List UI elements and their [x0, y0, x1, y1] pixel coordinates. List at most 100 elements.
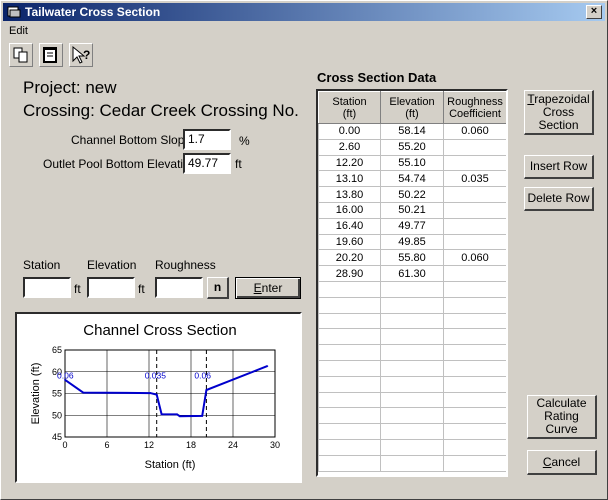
- table-row[interactable]: 2.60 55.20: [318, 138, 506, 156]
- cell-empty[interactable]: [318, 423, 381, 440]
- cell-empty[interactable]: [318, 296, 381, 314]
- cell-elevation[interactable]: 49.85: [380, 233, 444, 251]
- cell-roughness[interactable]: 0.035: [443, 170, 506, 188]
- cell-empty[interactable]: [380, 375, 444, 393]
- table-row-empty[interactable]: [318, 359, 506, 377]
- table-row-empty[interactable]: [318, 423, 506, 440]
- cell-station[interactable]: 19.60: [318, 233, 381, 251]
- cell-roughness[interactable]: 0.060: [443, 249, 506, 267]
- table-row[interactable]: 16.40 49.77: [318, 217, 506, 235]
- cell-empty[interactable]: [443, 391, 506, 409]
- roughness-input[interactable]: [155, 277, 203, 298]
- table-row-empty[interactable]: [318, 312, 506, 330]
- delete-row-button[interactable]: Delete Row: [524, 187, 594, 211]
- cell-empty[interactable]: [380, 423, 444, 440]
- paste-button[interactable]: [39, 43, 63, 67]
- table-row-empty[interactable]: [318, 344, 506, 361]
- cell-empty[interactable]: [380, 407, 444, 425]
- table-row[interactable]: 20.20 55.80 0.060: [318, 249, 506, 267]
- cell-roughness[interactable]: [443, 233, 506, 251]
- cell-empty[interactable]: [318, 280, 381, 298]
- cell-empty[interactable]: [380, 312, 444, 330]
- cell-empty[interactable]: [443, 407, 506, 425]
- cell-empty[interactable]: [318, 407, 381, 425]
- cell-empty[interactable]: [318, 344, 381, 361]
- cell-elevation[interactable]: 49.77: [380, 217, 444, 235]
- table-row-empty[interactable]: [318, 328, 506, 346]
- table-row-empty[interactable]: [318, 375, 506, 393]
- cell-elevation[interactable]: 55.80: [380, 249, 444, 267]
- cell-empty[interactable]: [318, 312, 381, 330]
- cross-section-grid[interactable]: Station (ft) Elevation (ft) Roughness Co…: [316, 89, 508, 477]
- cell-empty[interactable]: [318, 328, 381, 346]
- table-row-empty[interactable]: [318, 407, 506, 425]
- cancel-button[interactable]: Cancel: [527, 450, 597, 475]
- cell-elevation[interactable]: 55.10: [380, 154, 444, 172]
- cell-empty[interactable]: [318, 359, 381, 377]
- table-row-empty[interactable]: [318, 438, 506, 456]
- cell-empty[interactable]: [318, 438, 381, 456]
- pool-elevation-input[interactable]: 49.77: [183, 153, 231, 174]
- cell-empty[interactable]: [380, 296, 444, 314]
- cell-roughness[interactable]: [443, 217, 506, 235]
- trapezoidal-cross-section-button[interactable]: Trapezoidal Cross Section: [524, 90, 594, 135]
- close-button[interactable]: ×: [586, 5, 602, 19]
- table-row[interactable]: 16.00 50.21: [318, 201, 506, 219]
- cell-elevation[interactable]: 50.22: [380, 186, 444, 203]
- table-row-empty[interactable]: [318, 391, 506, 409]
- cell-empty[interactable]: [380, 454, 444, 472]
- cell-roughness[interactable]: [443, 138, 506, 156]
- station-input[interactable]: [23, 277, 71, 298]
- insert-row-button[interactable]: Insert Row: [524, 155, 594, 179]
- roughness-n-button[interactable]: n: [207, 277, 229, 299]
- cell-empty[interactable]: [318, 454, 381, 472]
- cell-empty[interactable]: [443, 280, 506, 298]
- cell-roughness[interactable]: [443, 186, 506, 203]
- cell-empty[interactable]: [443, 296, 506, 314]
- cell-empty[interactable]: [318, 375, 381, 393]
- cell-station[interactable]: 12.20: [318, 154, 381, 172]
- cell-empty[interactable]: [380, 280, 444, 298]
- cell-empty[interactable]: [443, 375, 506, 393]
- table-row-empty[interactable]: [318, 454, 506, 472]
- cell-station[interactable]: 13.80: [318, 186, 381, 203]
- slope-input[interactable]: 1.7: [183, 129, 231, 150]
- cell-empty[interactable]: [380, 438, 444, 456]
- cell-roughness[interactable]: 0.060: [443, 123, 506, 140]
- cell-elevation[interactable]: 50.21: [380, 201, 444, 219]
- cell-empty[interactable]: [443, 438, 506, 456]
- calculate-rating-curve-button[interactable]: Calculate Rating Curve: [527, 395, 597, 439]
- cell-empty[interactable]: [380, 344, 444, 361]
- table-row[interactable]: 0.00 58.14 0.060: [318, 123, 506, 140]
- copy-button[interactable]: [9, 43, 33, 67]
- enter-button[interactable]: Enter: [235, 277, 301, 299]
- cell-elevation[interactable]: 61.30: [380, 265, 444, 282]
- table-row[interactable]: 12.20 55.10: [318, 154, 506, 172]
- table-row[interactable]: 13.10 54.74 0.035: [318, 170, 506, 188]
- cell-empty[interactable]: [380, 328, 444, 346]
- cell-station[interactable]: 16.00: [318, 201, 381, 219]
- cell-empty[interactable]: [443, 312, 506, 330]
- cell-roughness[interactable]: [443, 265, 506, 282]
- cell-elevation[interactable]: 58.14: [380, 123, 444, 140]
- cell-elevation[interactable]: 55.20: [380, 138, 444, 156]
- cell-station[interactable]: 16.40: [318, 217, 381, 235]
- cell-empty[interactable]: [318, 391, 381, 409]
- cell-station[interactable]: 13.10: [318, 170, 381, 188]
- cell-roughness[interactable]: [443, 154, 506, 172]
- table-row-empty[interactable]: [318, 280, 506, 298]
- cell-elevation[interactable]: 54.74: [380, 170, 444, 188]
- menu-edit[interactable]: Edit: [9, 25, 28, 37]
- cell-empty[interactable]: [380, 391, 444, 409]
- elevation-input[interactable]: [87, 277, 135, 298]
- cell-empty[interactable]: [443, 344, 506, 361]
- cell-empty[interactable]: [380, 359, 444, 377]
- cell-empty[interactable]: [443, 454, 506, 472]
- cell-station[interactable]: 28.90: [318, 265, 381, 282]
- help-button[interactable]: ?: [69, 43, 93, 67]
- cell-roughness[interactable]: [443, 201, 506, 219]
- cell-station[interactable]: 20.20: [318, 249, 381, 267]
- table-row-empty[interactable]: [318, 296, 506, 314]
- cell-empty[interactable]: [443, 359, 506, 377]
- table-row[interactable]: 13.80 50.22: [318, 186, 506, 203]
